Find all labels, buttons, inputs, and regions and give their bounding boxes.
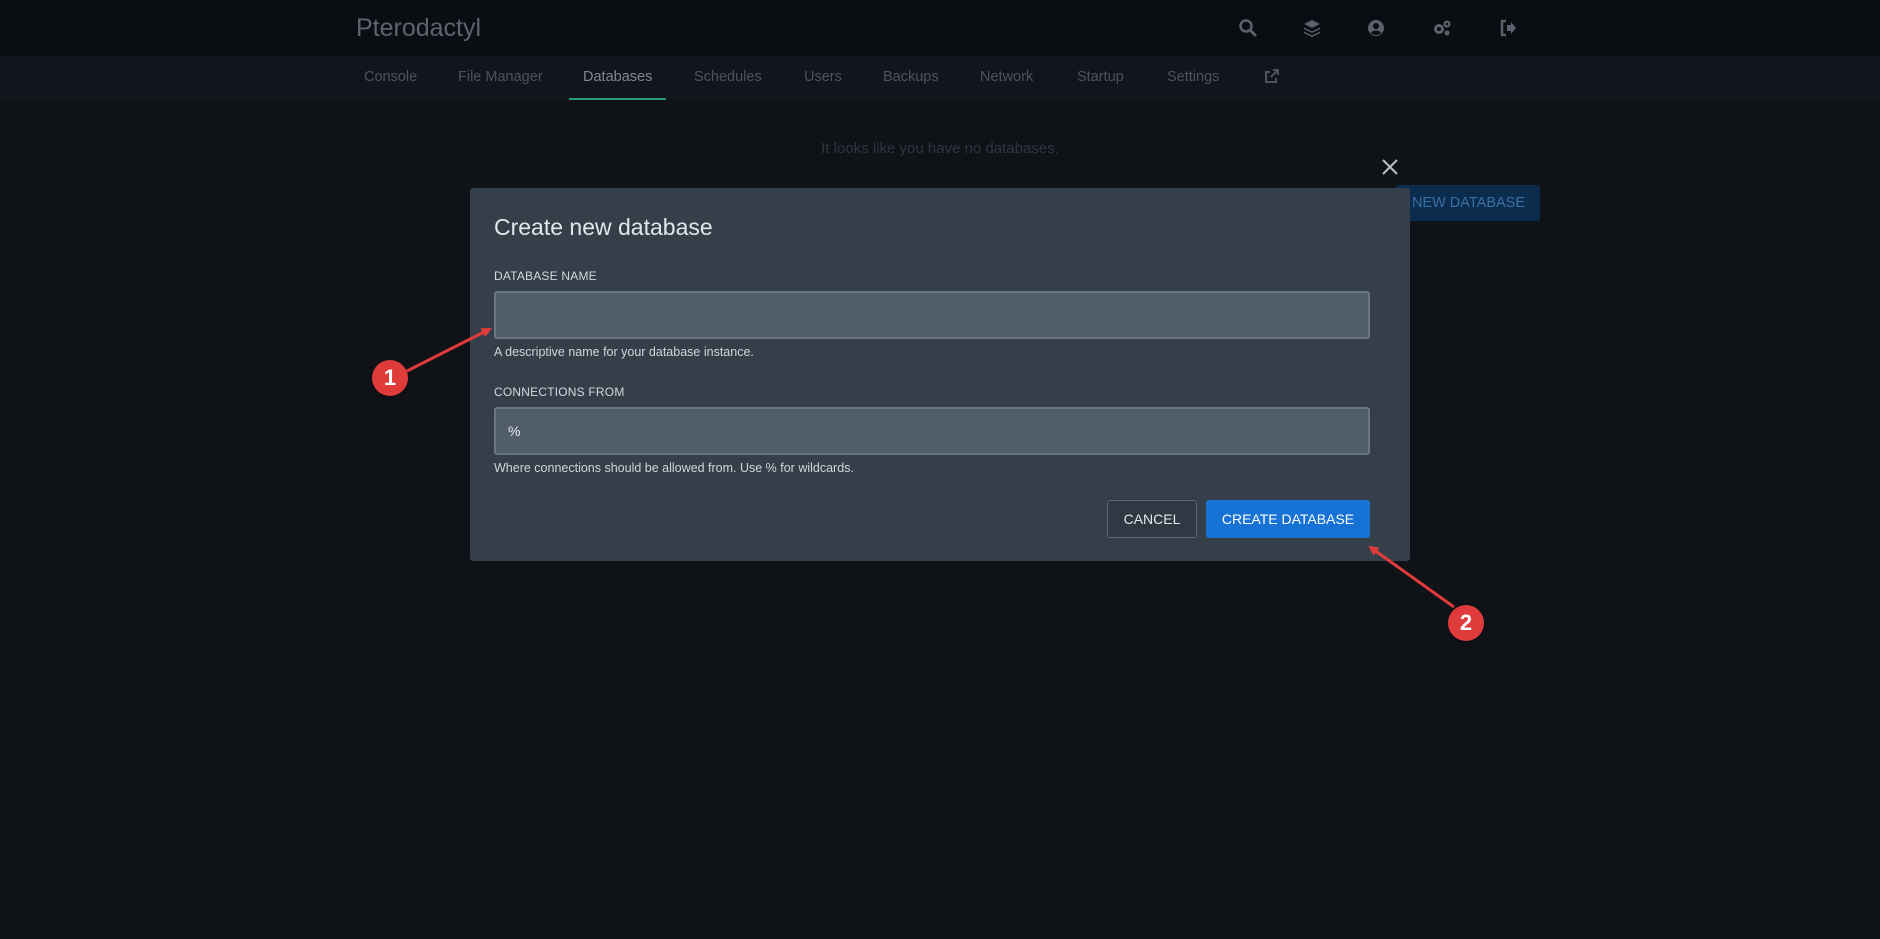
brand-logo[interactable]: Pterodactyl bbox=[356, 14, 481, 43]
tab-schedules[interactable]: Schedules bbox=[694, 56, 762, 100]
database-name-input[interactable] bbox=[494, 291, 1370, 339]
create-database-modal: Create new database DATABASE NAME A desc… bbox=[470, 188, 1410, 561]
connections-from-label: CONNECTIONS FROM bbox=[494, 385, 625, 399]
modal-title: Create new database bbox=[494, 214, 713, 240]
account-icon[interactable] bbox=[1366, 18, 1386, 38]
annotation-badge-1: 1 bbox=[372, 360, 408, 396]
tab-backups[interactable]: Backups bbox=[883, 56, 939, 100]
annotation-badge-2: 2 bbox=[1448, 605, 1484, 641]
external-link-icon[interactable] bbox=[1264, 68, 1280, 84]
server-tab-bar: Console File Manager Databases Schedules… bbox=[0, 56, 1880, 100]
close-icon[interactable] bbox=[1380, 157, 1400, 177]
connections-from-help: Where connections should be allowed from… bbox=[494, 461, 854, 475]
top-navbar: Pterodactyl bbox=[0, 0, 1880, 56]
create-database-button[interactable]: CREATE DATABASE bbox=[1206, 500, 1370, 538]
search-icon[interactable] bbox=[1238, 18, 1258, 38]
cogs-icon[interactable] bbox=[1432, 18, 1452, 38]
tab-settings[interactable]: Settings bbox=[1167, 56, 1219, 100]
layers-icon[interactable] bbox=[1302, 18, 1322, 38]
tab-databases[interactable]: Databases bbox=[569, 56, 667, 100]
tab-users[interactable]: Users bbox=[804, 56, 842, 100]
database-name-help: A descriptive name for your database ins… bbox=[494, 345, 754, 359]
cancel-button[interactable]: CANCEL bbox=[1107, 500, 1197, 538]
tab-file-manager[interactable]: File Manager bbox=[458, 56, 543, 100]
tab-console[interactable]: Console bbox=[364, 56, 417, 100]
tab-network[interactable]: Network bbox=[980, 56, 1033, 100]
sign-out-icon[interactable] bbox=[1498, 18, 1518, 38]
connections-from-input[interactable] bbox=[494, 407, 1370, 455]
database-name-label: DATABASE NAME bbox=[494, 269, 597, 283]
new-database-button[interactable]: NEW DATABASE bbox=[1395, 185, 1540, 221]
empty-databases-message: It looks like you have no databases. bbox=[821, 140, 1059, 157]
tab-startup[interactable]: Startup bbox=[1077, 56, 1124, 100]
